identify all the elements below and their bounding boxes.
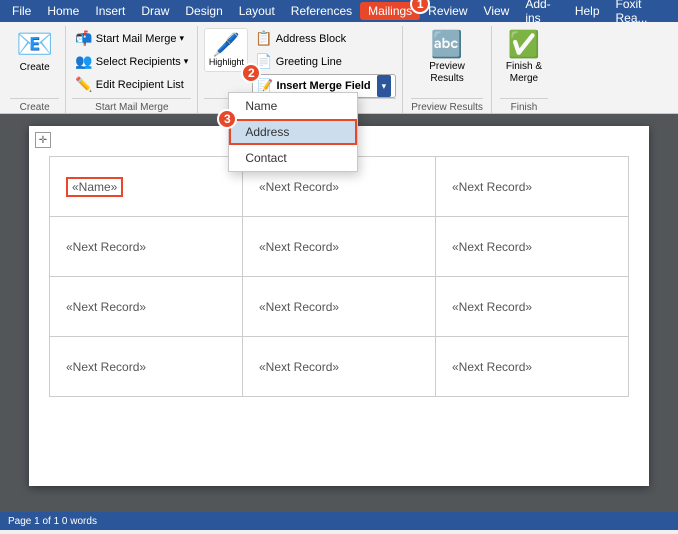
start-mail-merge-button[interactable]: 📬 Start Mail Merge ▾	[72, 28, 191, 49]
menu-draw[interactable]: Draw	[133, 2, 177, 20]
create-label: Create	[20, 62, 50, 73]
menu-view[interactable]: View	[476, 2, 518, 20]
select-recipients-dropdown-icon: ▾	[184, 56, 189, 67]
dropdown-item-address[interactable]: Address 3	[229, 119, 357, 145]
select-recipients-button[interactable]: 👥 Select Recipients ▾	[72, 51, 191, 72]
create-button[interactable]: 📧 Create	[10, 26, 59, 98]
edit-recipient-icon: ✏️	[75, 76, 92, 93]
group-preview-results: 🔤 PreviewResults Preview Results	[403, 26, 492, 113]
select-recipients-icon: 👥	[75, 53, 92, 70]
greeting-line-button[interactable]: 📄 Greeting Line	[252, 51, 396, 72]
table-row: «Next Record» «Next Record» «Next Record…	[50, 277, 629, 337]
page-corner-icon[interactable]: ✛	[35, 132, 51, 148]
preview-results-button[interactable]: 🔤 PreviewResults	[423, 26, 471, 98]
group-preview-label: Preview Results	[411, 98, 483, 113]
menu-help[interactable]: Help	[567, 2, 608, 20]
dropdown-item-name[interactable]: Name	[229, 93, 357, 119]
menu-file[interactable]: File	[4, 2, 39, 20]
status-text: Page 1 of 1 0 words	[8, 516, 97, 527]
merge-table: «Name» «Next Record» «Next Record» «Next…	[49, 156, 629, 397]
table-cell: «Next Record»	[50, 277, 243, 337]
group-create: 📧 Create Create	[4, 26, 66, 113]
menu-design[interactable]: Design	[177, 2, 230, 20]
group-start-label: Start Mail Merge	[72, 98, 191, 113]
table-cell: «Next Record»	[243, 217, 436, 277]
table-cell: «Next Record»	[436, 217, 629, 277]
create-icon: 📧	[16, 30, 53, 60]
address-block-icon: 📋	[255, 30, 272, 47]
table-cell: «Next Record»	[436, 277, 629, 337]
finish-icon: ✅	[508, 30, 540, 59]
preview-icon: 🔤	[431, 30, 463, 59]
ribbon: 📧 Create Create 📬 Start Mail Merge ▾ 👥 S…	[0, 22, 678, 114]
group-finish-label: Finish	[500, 98, 548, 113]
document-area: ✛ «Name» «Next Record» «Next Record» «Ne…	[0, 114, 678, 512]
group-start-mail-merge: 📬 Start Mail Merge ▾ 👥 Select Recipients…	[66, 26, 198, 113]
highlight-icon: 🖊️	[213, 32, 240, 58]
dropdown-item-contact[interactable]: Contact	[229, 145, 357, 171]
table-cell: «Next Record»	[243, 337, 436, 397]
finish-merge-button[interactable]: ✅ Finish &Merge	[500, 26, 548, 98]
table-cell: «Next Record»	[436, 337, 629, 397]
menu-bar: File Home Insert Draw Design Layout Refe…	[0, 0, 678, 22]
menu-insert[interactable]: Insert	[87, 2, 133, 20]
name-field: «Name»	[66, 177, 123, 197]
table-cell: «Next Record»	[50, 217, 243, 277]
table-cell: «Next Record»	[436, 157, 629, 217]
menu-references[interactable]: References	[283, 2, 360, 20]
group-finish: ✅ Finish &Merge Finish	[492, 26, 556, 113]
dropdown-arrow-icon: ▾	[180, 33, 185, 44]
table-cell: «Next Record»	[243, 277, 436, 337]
start-mail-merge-icon: 📬	[75, 30, 92, 47]
table-cell: «Name»	[50, 157, 243, 217]
menu-layout[interactable]: Layout	[231, 2, 283, 20]
insert-merge-dropdown-menu: Name Address 3 Contact	[228, 92, 358, 172]
table-cell: «Next Record»	[50, 337, 243, 397]
group-create-label: Create	[10, 98, 59, 113]
menu-mailings[interactable]: Mailings 1	[360, 2, 420, 20]
badge-3: 3	[217, 109, 237, 129]
table-row: «Next Record» «Next Record» «Next Record…	[50, 217, 629, 277]
highlight-button[interactable]: 🖊️ Highlight	[204, 28, 248, 72]
table-row: «Next Record» «Next Record» «Next Record…	[50, 337, 629, 397]
status-bar: Page 1 of 1 0 words	[0, 512, 678, 530]
insert-merge-dropdown[interactable]: ▾	[377, 75, 392, 97]
menu-home[interactable]: Home	[39, 2, 87, 20]
page: ✛ «Name» «Next Record» «Next Record» «Ne…	[29, 126, 649, 486]
group-write-insert: 🖊️ Highlight 📋 Address Block 📄 Greeting …	[198, 26, 403, 113]
edit-recipient-list-button[interactable]: ✏️ Edit Recipient List	[72, 74, 191, 95]
address-block-button[interactable]: 📋 Address Block	[252, 28, 396, 49]
